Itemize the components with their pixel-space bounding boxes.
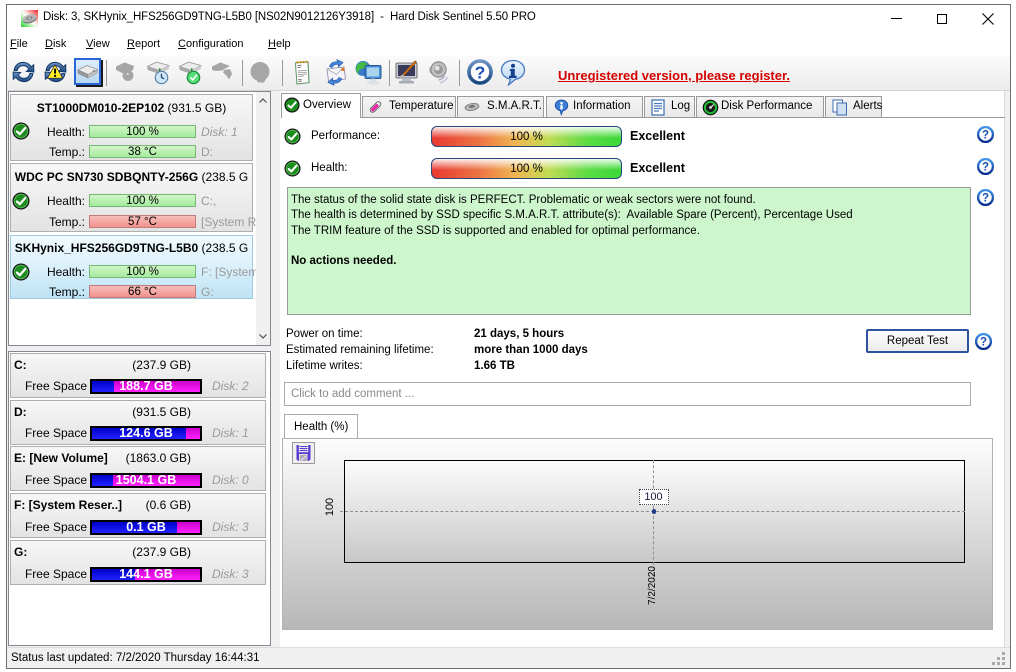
svg-text:?: ? (475, 63, 486, 83)
svg-text:?: ? (980, 336, 987, 348)
svg-text:?: ? (982, 192, 989, 204)
svg-text:?: ? (982, 161, 989, 173)
svg-text:?: ? (982, 129, 989, 141)
